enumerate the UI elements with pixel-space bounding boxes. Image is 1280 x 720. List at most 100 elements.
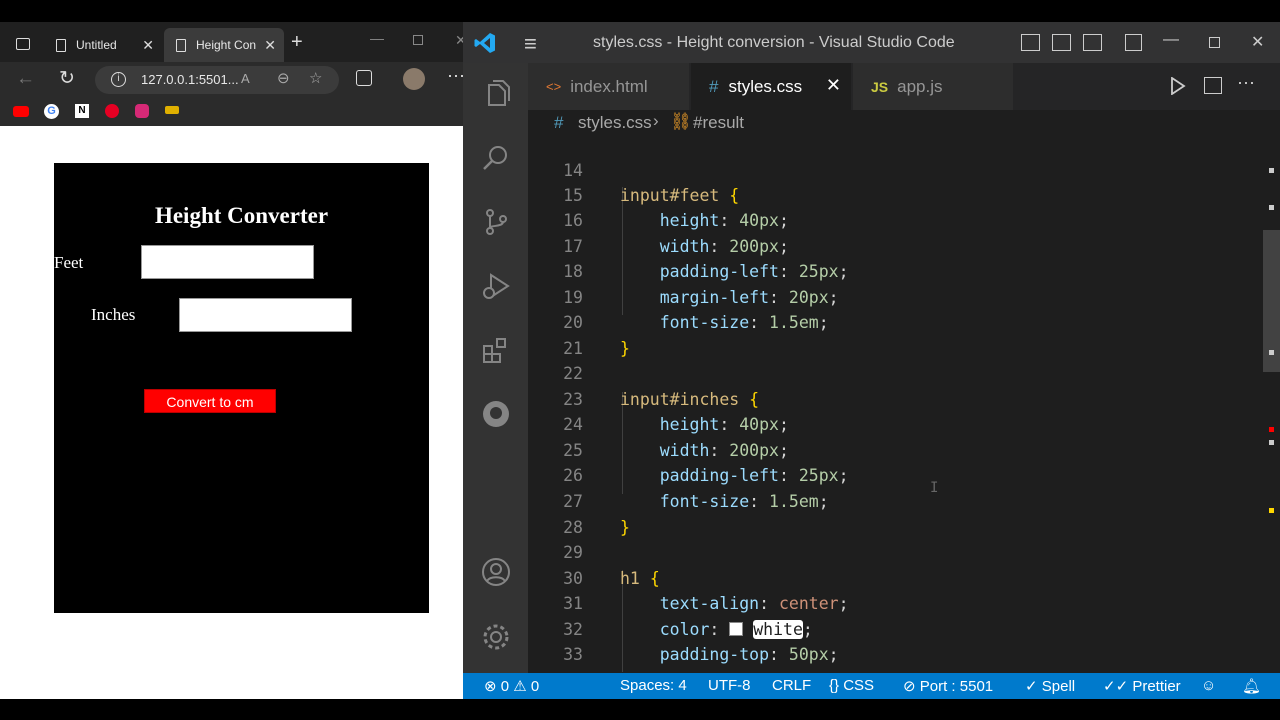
code-line: padding-left: 25px; xyxy=(659,262,849,281)
refresh-icon[interactable]: ↻ xyxy=(59,67,75,90)
browser-tab-height-converter[interactable]: Height Con ✕ xyxy=(164,28,284,62)
toggle-sidebar-icon[interactable] xyxy=(1021,34,1040,51)
browser-window: Untitled ✕ Height Con ✕ + — ✕ ← ↻ i 127.… xyxy=(0,22,463,699)
css-property: font-size xyxy=(659,492,750,511)
maximize-icon[interactable] xyxy=(413,35,423,45)
code-line: width: 200px; xyxy=(659,441,789,460)
tab-index-html[interactable]: <> index.html xyxy=(528,63,689,110)
inches-input[interactable] xyxy=(179,298,352,332)
search-icon[interactable] xyxy=(477,139,515,177)
encoding-status[interactable]: UTF-8 xyxy=(708,677,751,694)
accounts-icon[interactable] xyxy=(477,553,515,591)
extensions-icon[interactable] xyxy=(477,331,515,369)
menu-icon[interactable]: ≡ xyxy=(524,31,537,57)
activity-bar xyxy=(463,63,528,673)
code-editor[interactable]: 14 15 16 17 18 19 20 21 22 23 24 25 26 2… xyxy=(528,140,1263,690)
feet-input[interactable] xyxy=(141,245,314,279)
css-selector: h1 xyxy=(620,569,640,588)
warning-icon: ⚠ xyxy=(513,678,527,695)
url-text: 127.0.0.1:5501... xyxy=(141,72,239,87)
prettier-status[interactable]: ✓✓ Prettier xyxy=(1103,677,1181,695)
css-property: height xyxy=(659,415,720,434)
breadcrumb-file[interactable]: styles.css xyxy=(578,113,652,133)
pinterest-icon[interactable] xyxy=(105,104,119,118)
problems-status[interactable]: ⊗ 0 ⚠ 0 xyxy=(484,677,539,695)
check-icon: ✓ xyxy=(1025,678,1038,695)
live-server-status[interactable]: ⊘ Port : 5501 xyxy=(903,677,993,695)
zoom-icon[interactable]: ⊖ xyxy=(277,69,290,87)
run-debug-icon[interactable] xyxy=(477,267,515,305)
close-window-icon[interactable]: ✕ xyxy=(455,32,463,49)
line-number: 20 xyxy=(563,313,583,332)
profile-avatar[interactable] xyxy=(403,68,425,90)
notion-icon[interactable]: N xyxy=(75,104,89,118)
split-editor-icon[interactable] xyxy=(1204,77,1222,94)
code-line: } xyxy=(620,518,630,537)
line-number: 32 xyxy=(563,620,583,639)
breadcrumb-symbol[interactable]: #result xyxy=(693,113,744,133)
close-tab-icon[interactable]: ✕ xyxy=(142,37,154,54)
css-property: padding-top xyxy=(659,645,770,664)
close-window-icon[interactable]: ✕ xyxy=(1251,32,1264,52)
read-aloud-icon[interactable]: A xyxy=(241,71,250,86)
minimize-icon[interactable]: — xyxy=(1163,31,1179,49)
google-icon[interactable]: G xyxy=(44,104,59,119)
minimize-icon[interactable]: — xyxy=(370,30,384,46)
eol-status[interactable]: CRLF xyxy=(772,677,811,694)
favorite-icon[interactable]: ☆ xyxy=(309,69,322,87)
css-icon: # xyxy=(554,113,564,132)
braces-icon: {} xyxy=(829,677,840,694)
toggle-secondary-sidebar-icon[interactable] xyxy=(1083,34,1102,51)
customize-layout-icon[interactable] xyxy=(1125,34,1142,51)
info-icon[interactable]: i xyxy=(111,72,126,87)
new-tab-button[interactable]: + xyxy=(291,31,303,54)
tab-label: app.js xyxy=(897,76,943,96)
color-swatch[interactable] xyxy=(729,622,744,636)
css-property: height xyxy=(659,211,720,230)
tab-actions-icon[interactable] xyxy=(16,38,30,50)
line-number: 21 xyxy=(563,339,583,358)
line-number: 14 xyxy=(563,161,583,180)
css-value: 25px xyxy=(798,262,839,281)
line-number: 15 xyxy=(563,186,583,205)
css-property: width xyxy=(659,441,710,460)
spell-status[interactable]: ✓ Spell xyxy=(1025,677,1075,695)
tab-app-js[interactable]: JS app.js xyxy=(853,63,1013,110)
line-number: 33 xyxy=(563,645,583,664)
convert-button[interactable]: Convert to cm xyxy=(144,389,276,413)
no-signal-icon: ⊘ xyxy=(903,678,916,695)
title-bar: ≡ styles.css - Height conversion - Visua… xyxy=(463,22,1280,63)
browser-tab-untitled[interactable]: Untitled ✕ xyxy=(44,28,162,62)
close-tab-icon[interactable]: ✕ xyxy=(826,75,841,96)
feedback-icon[interactable]: ☺ xyxy=(1201,677,1216,694)
prettier-label: Prettier xyxy=(1132,678,1181,695)
more-menu-icon[interactable]: ⋯ xyxy=(447,66,463,87)
youtube-icon[interactable] xyxy=(13,106,29,117)
maximize-icon[interactable] xyxy=(1209,37,1220,48)
toggle-panel-icon[interactable] xyxy=(1052,34,1071,51)
css-property: text-align xyxy=(659,594,760,613)
run-icon[interactable] xyxy=(1170,76,1186,100)
explorer-icon[interactable] xyxy=(477,75,515,113)
address-field[interactable]: i 127.0.0.1:5501... A ⊖ ☆ xyxy=(95,66,339,94)
language-status[interactable]: {} CSS xyxy=(829,677,874,694)
warning-count: 0 xyxy=(530,678,540,695)
settings-gear-icon[interactable] xyxy=(477,618,515,656)
tab-styles-css[interactable]: # styles.css ✕ xyxy=(691,63,851,110)
code-line: text-align: center; xyxy=(659,594,849,613)
window-title: styles.css - Height conversion - Visual … xyxy=(593,34,955,51)
notifications-bell-icon[interactable]: 🔔︎ xyxy=(1242,677,1261,695)
indentation-status[interactable]: Spaces: 4 xyxy=(620,677,687,694)
source-control-icon[interactable] xyxy=(477,203,515,241)
close-tab-icon[interactable]: ✕ xyxy=(264,37,276,54)
code-line: height: 40px; xyxy=(659,415,789,434)
editor-tabs: <> index.html # styles.css ✕ JS app.js ⋯ xyxy=(528,63,1280,110)
instagram-icon[interactable] xyxy=(135,104,149,118)
bookmark-icon[interactable] xyxy=(165,106,179,114)
extensions-icon[interactable] xyxy=(356,70,372,86)
more-actions-icon[interactable]: ⋯ xyxy=(1237,73,1255,94)
github-icon[interactable] xyxy=(477,395,515,433)
editor-scrollbar[interactable] xyxy=(1263,140,1280,673)
css-value: 50px xyxy=(788,645,829,664)
back-icon[interactable]: ← xyxy=(16,68,35,90)
